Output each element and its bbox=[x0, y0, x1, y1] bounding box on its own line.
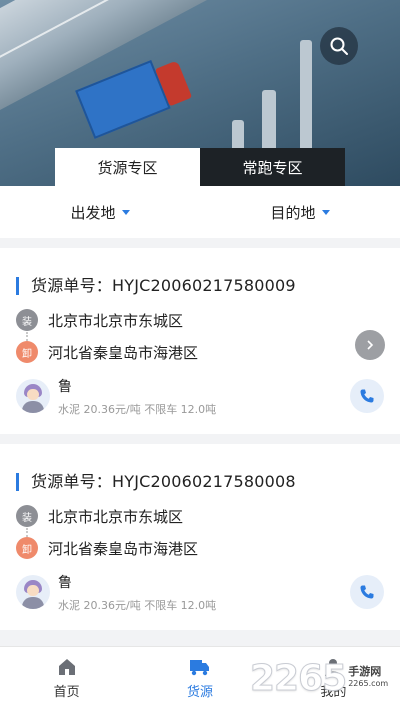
filter-destination[interactable]: 目的地 bbox=[200, 202, 400, 223]
order-number: 货源单号：HYJC20060217580009 bbox=[16, 277, 296, 295]
filter-bar: 出发地 目的地 bbox=[0, 186, 400, 238]
load-address: 北京市北京市东城区 bbox=[48, 311, 184, 330]
unload-address: 河北省秦皇岛市海港区 bbox=[48, 343, 199, 362]
unload-badge: 卸 bbox=[16, 537, 38, 559]
watermark-en: 2265.com bbox=[348, 679, 389, 688]
search-icon bbox=[330, 37, 348, 55]
phone-icon bbox=[360, 585, 374, 599]
driver-name: 鲁 bbox=[58, 379, 72, 395]
detail-arrow-button[interactable] bbox=[355, 330, 385, 360]
unload-address: 河北省秦皇岛市海港区 bbox=[48, 539, 199, 558]
load-address: 北京市北京市东城区 bbox=[48, 507, 184, 526]
load-stop: 装 北京市北京市东城区 bbox=[16, 309, 183, 331]
watermark-cn: 手游网 bbox=[348, 665, 382, 678]
caret-down-icon bbox=[121, 209, 130, 215]
filter-origin[interactable]: 出发地 bbox=[0, 202, 200, 223]
site-watermark: 2265 手游网 2265.com bbox=[249, 655, 388, 701]
load-badge: 装 bbox=[16, 309, 38, 331]
nav-cargo-label: 货源 bbox=[186, 685, 213, 700]
nav-cargo[interactable]: 货源 bbox=[133, 647, 266, 711]
unload-badge: 卸 bbox=[16, 341, 38, 363]
source-tabs: 货源专区 常跑专区 bbox=[55, 148, 345, 186]
home-icon bbox=[58, 659, 75, 675]
call-button[interactable] bbox=[350, 379, 384, 413]
load-stop: 装 北京市北京市东城区 bbox=[16, 505, 183, 527]
chevron-right-icon bbox=[367, 340, 374, 350]
cargo-card[interactable]: 货源单号：HYJC20060217580008 装 北京市北京市东城区 卸 河北… bbox=[0, 444, 400, 630]
order-number: 货源单号：HYJC20060217580008 bbox=[16, 473, 296, 491]
search-button[interactable] bbox=[320, 27, 358, 65]
avatar bbox=[16, 379, 50, 413]
unload-stop: 卸 河北省秦皇岛市海港区 bbox=[16, 537, 198, 559]
caret-down-icon bbox=[321, 209, 330, 215]
cargo-card[interactable]: 货源单号：HYJC20060217580009 装 北京市北京市东城区 卸 河北… bbox=[0, 248, 400, 434]
load-badge: 装 bbox=[16, 505, 38, 527]
cargo-info: 水泥 20.36元/吨 不限车 12.0吨 bbox=[58, 599, 217, 612]
watermark-text: 手游网 2265.com bbox=[348, 666, 388, 690]
filter-origin-label: 出发地 bbox=[70, 203, 116, 222]
unload-stop: 卸 河北省秦皇岛市海港区 bbox=[16, 341, 198, 363]
cargo-info: 水泥 20.36元/吨 不限车 12.0吨 bbox=[58, 403, 217, 416]
nav-home[interactable]: 首页 bbox=[0, 647, 133, 711]
tab-cargo-source[interactable]: 货源专区 bbox=[55, 148, 200, 186]
avatar bbox=[16, 575, 50, 609]
tab-regular-route[interactable]: 常跑专区 bbox=[200, 148, 345, 186]
truck-icon bbox=[189, 660, 209, 676]
filter-destination-label: 目的地 bbox=[270, 203, 316, 222]
watermark-number: 2265 bbox=[249, 657, 347, 699]
driver-name: 鲁 bbox=[58, 575, 72, 591]
phone-icon bbox=[360, 389, 374, 403]
nav-home-label: 首页 bbox=[53, 685, 80, 700]
call-button[interactable] bbox=[350, 575, 384, 609]
